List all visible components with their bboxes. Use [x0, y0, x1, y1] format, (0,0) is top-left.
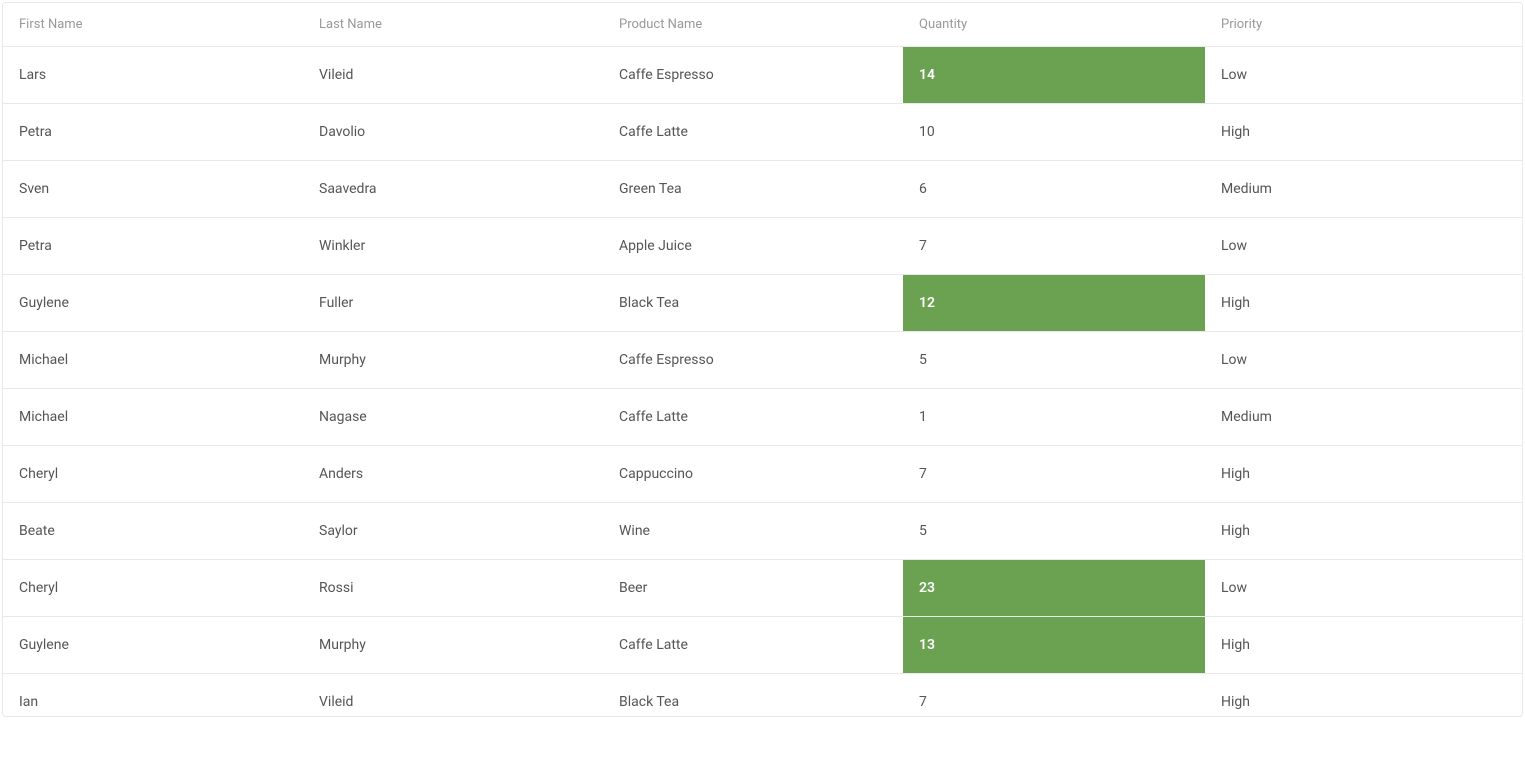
cell-productName: Black Tea — [603, 674, 903, 716]
cell-quantity: 7 — [903, 446, 1205, 502]
cell-priority: High — [1205, 674, 1505, 716]
cell-productName: Beer — [603, 560, 903, 616]
cell-firstName: Ian — [3, 674, 303, 716]
cell-priority: High — [1205, 503, 1505, 559]
table-row[interactable]: MichaelNagaseCaffe Latte1Medium — [3, 389, 1522, 446]
cell-firstName: Guylene — [3, 275, 303, 331]
cell-quantity: 6 — [903, 161, 1205, 217]
column-header-lastName[interactable]: Last Name — [303, 3, 603, 46]
cell-quantity: 5 — [903, 332, 1205, 388]
cell-lastName: Murphy — [303, 617, 603, 673]
cell-firstName: Petra — [3, 218, 303, 274]
table-row[interactable]: CherylRossiBeer23Low — [3, 560, 1522, 617]
column-header-quantity[interactable]: Quantity — [903, 3, 1205, 46]
cell-lastName: Rossi — [303, 560, 603, 616]
table-row[interactable]: MichaelMurphyCaffe Espresso5Low — [3, 332, 1522, 389]
cell-lastName: Murphy — [303, 332, 603, 388]
table-row[interactable]: BeateSaylorWine5High — [3, 503, 1522, 560]
cell-productName: Wine — [603, 503, 903, 559]
column-header-firstName[interactable]: First Name — [3, 3, 303, 46]
cell-quantity: 13 — [903, 617, 1205, 673]
cell-firstName: Cheryl — [3, 560, 303, 616]
cell-lastName: Vileid — [303, 47, 603, 103]
cell-quantity: 7 — [903, 218, 1205, 274]
table-row[interactable]: SvenSaavedraGreen Tea6Medium — [3, 161, 1522, 218]
grid-header-row: First NameLast NameProduct NameQuantityP… — [3, 3, 1522, 47]
cell-quantity: 7 — [903, 674, 1205, 716]
cell-productName: Caffe Latte — [603, 104, 903, 160]
cell-quantity: 14 — [903, 47, 1205, 103]
cell-firstName: Michael — [3, 332, 303, 388]
cell-priority: High — [1205, 446, 1505, 502]
cell-priority: High — [1205, 104, 1505, 160]
cell-quantity: 1 — [903, 389, 1205, 445]
cell-priority: Low — [1205, 332, 1505, 388]
table-row[interactable]: IanVileidBlack Tea7High — [3, 674, 1522, 716]
cell-lastName: Fuller — [303, 275, 603, 331]
cell-lastName: Vileid — [303, 674, 603, 716]
cell-lastName: Winkler — [303, 218, 603, 274]
cell-firstName: Guylene — [3, 617, 303, 673]
cell-priority: High — [1205, 275, 1505, 331]
table-row[interactable]: PetraWinklerApple Juice7Low — [3, 218, 1522, 275]
cell-productName: Black Tea — [603, 275, 903, 331]
grid-body: LarsVileidCaffe Espresso14LowPetraDavoli… — [3, 47, 1522, 716]
cell-productName: Apple Juice — [603, 218, 903, 274]
cell-productName: Caffe Espresso — [603, 332, 903, 388]
table-row[interactable]: LarsVileidCaffe Espresso14Low — [3, 47, 1522, 104]
column-header-productName[interactable]: Product Name — [603, 3, 903, 46]
cell-lastName: Saylor — [303, 503, 603, 559]
cell-productName: Green Tea — [603, 161, 903, 217]
cell-priority: Medium — [1205, 161, 1505, 217]
cell-quantity: 5 — [903, 503, 1205, 559]
cell-productName: Caffe Espresso — [603, 47, 903, 103]
cell-quantity: 23 — [903, 560, 1205, 616]
table-row[interactable]: GuyleneFullerBlack Tea12High — [3, 275, 1522, 332]
cell-productName: Caffe Latte — [603, 389, 903, 445]
cell-lastName: Saavedra — [303, 161, 603, 217]
cell-priority: Low — [1205, 47, 1505, 103]
table-row[interactable]: CherylAndersCappuccino7High — [3, 446, 1522, 503]
cell-firstName: Beate — [3, 503, 303, 559]
cell-firstName: Lars — [3, 47, 303, 103]
cell-productName: Cappuccino — [603, 446, 903, 502]
cell-firstName: Sven — [3, 161, 303, 217]
cell-priority: High — [1205, 617, 1505, 673]
cell-firstName: Cheryl — [3, 446, 303, 502]
cell-productName: Caffe Latte — [603, 617, 903, 673]
table-row[interactable]: PetraDavolioCaffe Latte10High — [3, 104, 1522, 161]
cell-lastName: Anders — [303, 446, 603, 502]
cell-firstName: Petra — [3, 104, 303, 160]
column-header-priority[interactable]: Priority — [1205, 3, 1505, 46]
cell-lastName: Nagase — [303, 389, 603, 445]
table-row[interactable]: GuyleneMurphyCaffe Latte13High — [3, 617, 1522, 674]
cell-priority: Medium — [1205, 389, 1505, 445]
cell-firstName: Michael — [3, 389, 303, 445]
cell-quantity: 12 — [903, 275, 1205, 331]
cell-priority: Low — [1205, 218, 1505, 274]
cell-quantity: 10 — [903, 104, 1205, 160]
cell-priority: Low — [1205, 560, 1505, 616]
data-grid[interactable]: First NameLast NameProduct NameQuantityP… — [2, 2, 1523, 717]
cell-lastName: Davolio — [303, 104, 603, 160]
